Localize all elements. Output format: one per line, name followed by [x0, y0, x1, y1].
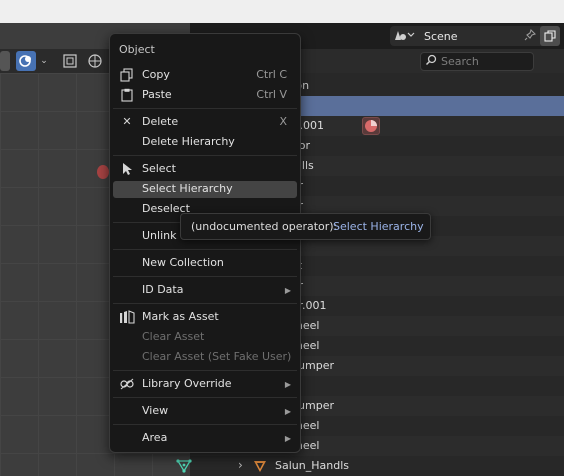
tooltip-prefix: (undocumented operator):: [191, 220, 338, 233]
menu-separator: [113, 370, 297, 371]
xray-toggle-button[interactable]: [60, 51, 80, 71]
copy-icon: [119, 68, 135, 83]
paste-icon: [119, 88, 135, 103]
title-strip: [0, 0, 564, 23]
menu-separator: [113, 155, 297, 156]
mesh-data-icon[interactable]: [176, 458, 192, 474]
menu-item-new-collection[interactable]: New Collection: [113, 255, 297, 272]
menu-item-select-hierarchy[interactable]: Select Hierarchy: [113, 181, 297, 198]
wireframe-shading-button[interactable]: [85, 51, 105, 71]
menu-separator: [113, 249, 297, 250]
menu-item-clear-asset-fake-user[interactable]: Clear Asset (Set Fake User): [113, 349, 297, 366]
menu-separator: [113, 397, 297, 398]
object-icon: [253, 459, 267, 473]
search-icon: [421, 54, 441, 69]
outliner-search-input[interactable]: Search: [420, 52, 534, 71]
menu-item-delete-hierarchy[interactable]: Delete Hierarchy: [113, 134, 297, 151]
viewport-dropdown-icon[interactable]: [0, 51, 10, 71]
close-icon: ✕: [122, 115, 132, 128]
expand-chevron-icon[interactable]: ›: [238, 458, 243, 472]
object-context-menu: Object Copy Ctrl C Paste Ctrl V ✕ Delete…: [109, 33, 301, 453]
menu-item-copy[interactable]: Copy Ctrl C: [113, 67, 297, 84]
menu-item-view[interactable]: View ▶: [113, 403, 297, 420]
menu-separator: [113, 424, 297, 425]
menu-item-select[interactable]: Select: [113, 161, 297, 178]
submenu-arrow-icon: ▶: [284, 407, 291, 416]
scene-name[interactable]: Scene: [418, 30, 520, 43]
menu-item-mark-as-asset[interactable]: Mark as Asset: [113, 309, 297, 326]
search-placeholder: Search: [441, 55, 479, 68]
asset-icon: [119, 310, 135, 325]
menu-item-library-override[interactable]: Library Override ▶: [113, 376, 297, 393]
menu-item-clear-asset[interactable]: Clear Asset: [113, 329, 297, 346]
material-icon[interactable]: [362, 117, 380, 135]
chevron-down-icon[interactable]: ⌄: [38, 51, 50, 71]
menu-separator: [113, 108, 297, 109]
menu-item-delete[interactable]: ✕ Delete X: [113, 114, 297, 131]
library-override-icon: [119, 377, 135, 392]
menu-item-paste[interactable]: Paste Ctrl V: [113, 87, 297, 104]
submenu-arrow-icon: ▶: [284, 286, 291, 295]
object-origin-marker: [97, 165, 109, 179]
menu-separator: [113, 276, 297, 277]
outliner-row[interactable]: Salun_Handls ›: [176, 456, 564, 476]
scene-icon: [390, 28, 418, 45]
submenu-arrow-icon: ▶: [284, 380, 291, 389]
pin-icon[interactable]: [520, 28, 540, 44]
menu-item-area[interactable]: Area ▶: [113, 430, 297, 447]
scene-selector[interactable]: Scene: [390, 26, 560, 46]
operator-tooltip: (undocumented operator): Select Hierarch…: [180, 213, 431, 240]
menu-separator: [113, 303, 297, 304]
outliner-row-name: Salun_Handls: [275, 459, 349, 472]
menu-item-id-data[interactable]: ID Data ▶: [113, 282, 297, 299]
tooltip-operator-name: Select Hierarchy: [333, 220, 424, 233]
overlay-toggle-button[interactable]: [16, 51, 36, 71]
menu-title: Object: [119, 43, 155, 56]
submenu-arrow-icon: ▶: [284, 434, 291, 443]
new-scene-button[interactable]: [540, 26, 560, 46]
cursor-icon: [119, 162, 135, 177]
